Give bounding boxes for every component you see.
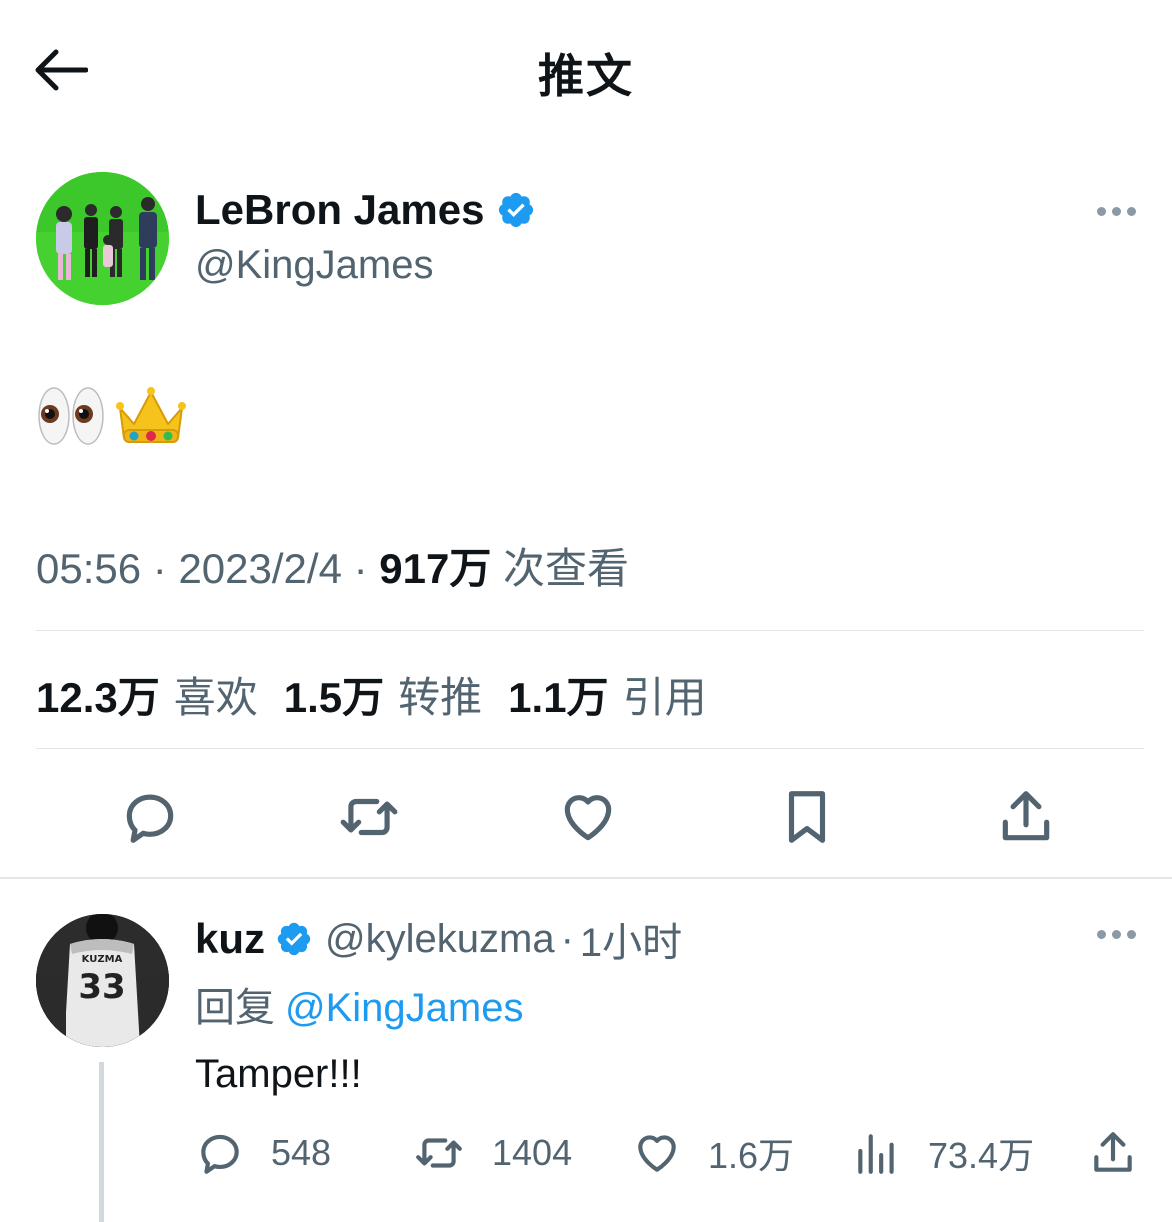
reply-author-name[interactable]: kuz xyxy=(195,915,265,963)
dot xyxy=(1111,929,1121,939)
tweet-action-bar xyxy=(0,770,1172,865)
tweet-stats: 12.3万 喜欢 1.5万 转推 1.1万 引用 xyxy=(36,664,707,725)
retweets-stat[interactable]: 1.5万 转推 xyxy=(284,664,482,725)
reply-time[interactable]: 1小时 xyxy=(580,910,682,968)
views-count: 917万 xyxy=(379,545,492,592)
reply-action-bar: 548 1404 1.6万 73.4万 xyxy=(0,1122,1172,1184)
likes-stat[interactable]: 12.3万 喜欢 xyxy=(36,664,258,725)
retweets-label: 转推 xyxy=(398,674,483,721)
heart-icon xyxy=(564,795,612,841)
dot xyxy=(1126,929,1136,939)
retweet-button[interactable] xyxy=(334,782,404,852)
reply-retweet-button[interactable]: 1404 xyxy=(412,1122,572,1184)
dot xyxy=(1111,206,1121,216)
reply-views-button[interactable]: 73.4万 xyxy=(852,1122,1034,1184)
replying-to: 回复 @KingJames xyxy=(195,975,523,1033)
eyes-emoji xyxy=(38,387,104,445)
crown-emoji xyxy=(116,387,186,443)
jersey-text: KUZMA xyxy=(82,954,123,965)
reply-header: kuz @kylekuzma · 1小时 xyxy=(195,910,682,968)
author-handle[interactable]: @KingJames xyxy=(195,243,433,288)
reply-like-button[interactable]: 1.6万 xyxy=(632,1122,794,1184)
avatar-image: KUZMA 33 xyxy=(36,914,169,1047)
retweets-count: 1.5万 xyxy=(283,674,385,721)
tweet-text xyxy=(36,382,186,450)
dot xyxy=(1126,206,1136,216)
reply-button[interactable] xyxy=(115,782,185,852)
share-icon xyxy=(1094,1132,1132,1172)
quotes-label: 引用 xyxy=(622,674,707,721)
like-button[interactable] xyxy=(553,782,623,852)
avatar[interactable]: KUZMA 33 xyxy=(36,914,169,1047)
reply-author-handle[interactable]: @kylekuzma xyxy=(325,917,555,962)
tweet-date[interactable]: 2023/2/4 xyxy=(178,545,342,592)
separator: · xyxy=(152,545,167,592)
replying-to-mention[interactable]: @KingJames xyxy=(285,986,523,1030)
dot xyxy=(1096,929,1106,939)
reply-reply-button[interactable]: 548 xyxy=(195,1122,331,1184)
tweet-meta: 05:56 · 2023/2/4 · 917万 次查看 xyxy=(36,535,629,596)
reply-more-options-button[interactable] xyxy=(1086,914,1146,954)
retweet-count: 1404 xyxy=(492,1132,573,1173)
quotes-stat[interactable]: 1.1万 引用 xyxy=(508,664,706,725)
reply-icon xyxy=(126,794,174,843)
tweet-time[interactable]: 05:56 xyxy=(36,545,141,592)
avatar-image xyxy=(36,172,169,305)
dot xyxy=(1096,206,1106,216)
share-icon xyxy=(1002,791,1050,841)
divider xyxy=(36,630,1144,631)
likes-label: 喜欢 xyxy=(173,674,258,721)
reply-count: 548 xyxy=(271,1132,332,1173)
author-name[interactable]: LeBron James xyxy=(195,186,484,234)
retweet-icon xyxy=(416,1138,462,1168)
divider xyxy=(0,877,1172,879)
replying-to-label: 回复 xyxy=(195,986,275,1030)
reply-text: Tamper!!! xyxy=(195,1052,362,1096)
top-bar: 推文 xyxy=(0,0,1172,140)
bookmark-button[interactable] xyxy=(772,782,842,852)
reply-icon xyxy=(201,1134,239,1174)
views-label: 次查看 xyxy=(503,545,630,592)
likes-count: 12.3万 xyxy=(36,674,160,721)
views-chart-icon xyxy=(858,1134,894,1174)
verified-badge-icon xyxy=(277,922,311,956)
verified-badge-icon xyxy=(499,192,534,228)
avatar[interactable] xyxy=(36,172,169,305)
author-name-row: LeBron James xyxy=(195,186,536,234)
retweet-icon xyxy=(340,798,398,836)
like-count: 1.6万 xyxy=(708,1135,795,1176)
divider xyxy=(36,748,1144,749)
bookmark-icon xyxy=(788,791,826,843)
reply-share-button[interactable] xyxy=(1088,1122,1138,1184)
quotes-count: 1.1万 xyxy=(508,674,609,721)
separator: · xyxy=(560,916,574,961)
more-options-button[interactable] xyxy=(1086,191,1146,231)
heart-icon xyxy=(638,1135,676,1172)
views-count: 73.4万 xyxy=(928,1135,1035,1176)
share-button[interactable] xyxy=(991,782,1061,852)
jersey-number: 33 xyxy=(78,967,125,1007)
page-title: 推文 xyxy=(538,49,634,103)
separator: · xyxy=(353,545,368,592)
